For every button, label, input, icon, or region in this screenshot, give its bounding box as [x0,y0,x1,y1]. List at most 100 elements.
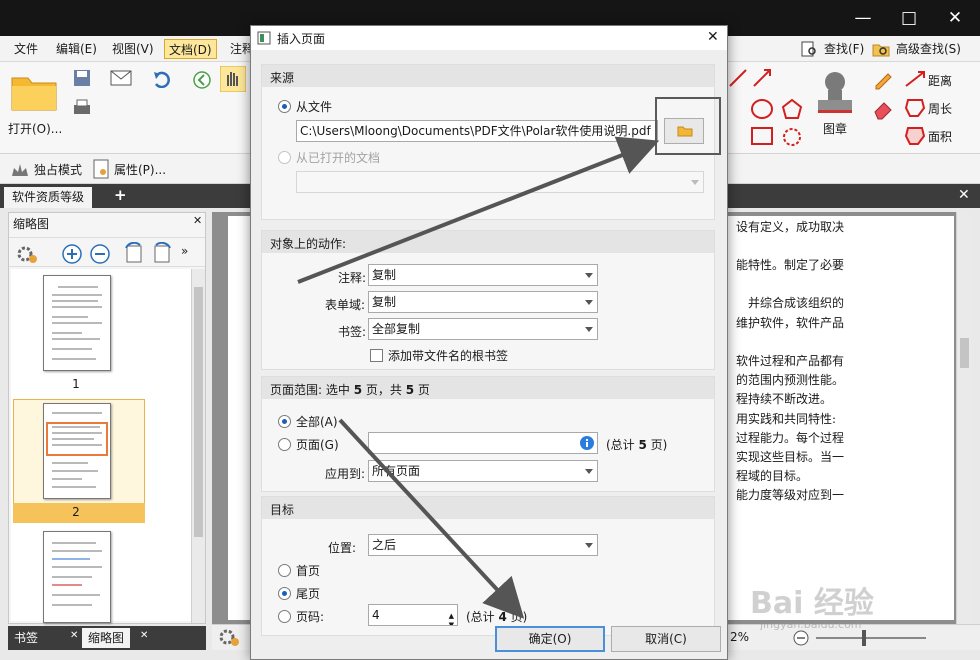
page-number-radio[interactable] [278,610,291,623]
more-icon[interactable]: » [181,244,188,258]
rotate-right-icon[interactable] [151,242,173,266]
thumbnail-page-2[interactable] [43,403,111,499]
page-number-value: 4 [372,608,380,622]
thumbnail-page-1[interactable] [43,275,111,371]
distance-icon[interactable] [904,70,926,88]
distance-label[interactable]: 距离 [928,72,952,89]
status-settings-icon[interactable] [218,628,240,648]
page-number-label[interactable]: 页码: [296,608,324,625]
back-icon[interactable] [192,70,212,90]
menu-edit[interactable]: 编辑(E) [52,39,101,59]
last-page-radio[interactable] [278,587,291,600]
dialog-title: 插入页面 [277,32,326,46]
dialog-titlebar: 插入页面 ✕ [251,26,727,50]
position-select[interactable]: 之后 [368,534,598,556]
last-page-label[interactable]: 尾页 [296,585,320,602]
document-scrollbar[interactable] [956,212,972,624]
open-label[interactable]: 打开(O)... [8,120,62,137]
exclusive-mode-label[interactable]: 独占模式 [34,161,82,178]
from-file-radio[interactable] [278,100,291,113]
email-icon[interactable] [110,70,132,86]
menu-document[interactable]: 文档(D) [164,39,217,59]
perimeter-icon[interactable] [904,98,926,118]
add-root-bookmark-checkbox[interactable] [370,349,383,362]
eraser-icon[interactable] [872,98,894,120]
properties-icon[interactable] [92,159,110,179]
hand-tool-icon[interactable] [220,66,246,92]
settings-icon[interactable] [15,244,39,264]
line-tool-icon[interactable] [728,68,748,88]
zoom-out-icon[interactable] [89,243,111,265]
maximize-icon[interactable]: □ [886,0,932,36]
print-icon[interactable] [72,98,92,118]
cloud-tool-icon[interactable] [780,126,804,148]
stepper-down-icon[interactable]: ▼ [449,615,454,625]
advanced-search-button[interactable]: 高级查找(S) [872,38,961,60]
tab-document[interactable]: 软件资质等级 [4,187,93,208]
zoom-level[interactable]: 2% [730,630,749,644]
highlight-pen-icon[interactable] [872,68,894,90]
bookmarks-value: 全部复制 [372,322,421,336]
close-panel-icon[interactable]: ✕ [193,214,202,227]
minimize-icon[interactable]: — [840,0,886,36]
thumbnail-page-3[interactable] [43,531,111,623]
close-window-icon[interactable]: ✕ [932,0,978,36]
add-root-bookmark-label[interactable]: 添加带文件名的根书签 [388,347,508,364]
all-pages-radio[interactable] [278,415,291,428]
search-button[interactable]: 查找(F) [800,38,864,60]
from-open-document-label[interactable]: 从已打开的文档 [296,149,380,166]
file-path-field[interactable]: C:\Users\Mloong\Documents\PDF文件\Polar软件使… [296,120,658,142]
open-folder-icon[interactable] [10,70,58,112]
tab-thumbnails[interactable]: 缩略图 [82,628,131,648]
pages-input[interactable] [368,432,598,454]
ellipse-tool-icon[interactable] [750,98,774,120]
annotations-select[interactable]: 复制 [368,264,598,286]
tab-bookmarks[interactable]: 书签 [8,628,44,648]
zoom-out-small-icon[interactable] [792,629,810,647]
pages-radio[interactable] [278,438,291,451]
arrow-tool-icon[interactable] [752,68,774,88]
rectangle-tool-icon[interactable] [750,126,774,146]
from-file-label[interactable]: 从文件 [296,98,332,115]
stamp-label[interactable]: 图章 [823,120,847,137]
zoom-slider[interactable] [816,637,926,639]
rotate-left-icon[interactable] [123,242,145,266]
bookmarks-select[interactable]: 全部复制 [368,318,598,340]
ok-button[interactable]: 确定(O) [495,626,605,652]
document-scroll-thumb[interactable] [960,338,969,368]
thumbnail-scrollbar[interactable] [191,269,205,623]
polygon-tool-icon[interactable] [780,98,804,120]
forms-label: 表单域: [325,298,366,312]
perimeter-label[interactable]: 周长 [928,100,952,117]
page-number-stepper[interactable]: 4 ▲ ▼ [368,604,458,626]
forms-select[interactable]: 复制 [368,291,598,313]
thumbnail-scroll-thumb[interactable] [194,287,203,537]
close-thumbnails-icon[interactable]: ✕ [140,630,148,641]
exclusive-mode-icon[interactable] [10,160,30,178]
from-open-document-radio[interactable] [278,151,291,164]
menu-file[interactable]: 文件 [10,39,42,59]
zoom-slider-thumb[interactable] [862,630,866,646]
zoom-in-icon[interactable] [61,243,83,265]
area-label[interactable]: 面积 [928,128,952,145]
close-bookmarks-icon[interactable]: ✕ [70,630,78,641]
close-tab-icon[interactable]: ✕ [958,187,970,203]
save-icon[interactable] [72,68,92,88]
new-tab-icon[interactable]: + [114,186,127,204]
watermark-url: jingyan.baidu.com [760,618,862,631]
area-icon[interactable] [904,126,926,146]
pages-label[interactable]: 页面(G) [296,436,339,453]
dialog-close-icon[interactable]: ✕ [707,29,719,45]
first-page-radio[interactable] [278,564,291,577]
all-pages-label[interactable]: 全部(A) [296,413,338,430]
cancel-button[interactable]: 取消(C) [611,626,721,652]
stamp-icon[interactable] [814,68,856,116]
undo-icon[interactable] [152,70,172,88]
properties-label[interactable]: 属性(P)... [114,161,166,178]
open-document-select[interactable] [296,171,704,193]
apply-to-select[interactable]: 所有页面 [368,460,598,482]
thumbnail-page-number: 1 [72,377,80,391]
target-note-prefix: (总计 [466,610,499,624]
menu-view[interactable]: 视图(V) [108,39,158,59]
first-page-label[interactable]: 首页 [296,562,320,579]
